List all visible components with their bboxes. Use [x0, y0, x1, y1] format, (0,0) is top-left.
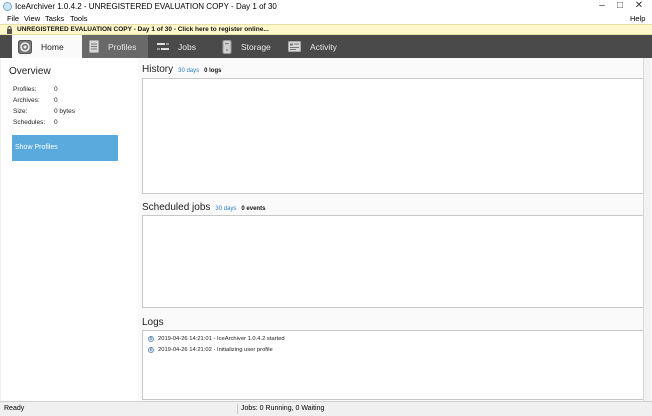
stat-schedules-label: Schedules: [13, 119, 46, 126]
tab-jobs-label: Jobs [178, 41, 196, 52]
tab-profiles[interactable]: Profiles [82, 35, 148, 58]
jobs-icon [157, 42, 169, 52]
scheduled-header: Scheduled jobs 30 days 0 events [142, 202, 265, 214]
history-header: History 30 days 0 logs [142, 64, 221, 76]
minimize-button[interactable]: – [594, 0, 610, 12]
log-entry-text: 2019-04-26 14:21:01 - IceArchiver 1.0.4.… [158, 335, 285, 342]
scheduled-range-link[interactable]: 30 days [215, 205, 236, 213]
history-title: History [142, 64, 174, 75]
storage-icon [222, 39, 232, 54]
stat-size-value: 0 bytes [54, 108, 75, 115]
app-icon [3, 2, 12, 11]
history-range-link[interactable]: 30 days [178, 67, 199, 75]
stat-schedules-value: 0 [54, 119, 58, 126]
content-area: History 30 days 0 logs Scheduled jobs 30… [138, 58, 652, 401]
menu-tasks[interactable]: Tasks [45, 13, 64, 24]
key-icon [6, 26, 12, 34]
registration-banner[interactable]: UNREGISTERED EVALUATION COPY - Day 1 of … [0, 24, 652, 35]
overview-sidebar: Overview Profiles: 0 Archives: 0 Size: 0… [1, 58, 138, 401]
vertical-scrollbar[interactable] [643, 58, 651, 401]
banner-text[interactable]: UNREGISTERED EVALUATION COPY - Day 1 of … [17, 25, 269, 35]
status-divider [237, 404, 238, 414]
tab-activity[interactable]: Activity [288, 35, 337, 58]
history-count: 0 logs [204, 68, 222, 74]
tab-home-label: Home [41, 41, 64, 52]
show-profiles-button[interactable]: Show Profiles [12, 135, 118, 161]
tab-profiles-label: Profiles [108, 41, 137, 52]
log-entry[interactable]: i 2019-04-26 14:21:02 - Initializing use… [148, 345, 273, 354]
tab-activity-label: Activity [310, 41, 337, 52]
window-title: IceArchiver 1.0.4.2 - UNREGISTERED EVALU… [15, 2, 277, 11]
overview-title: Overview [9, 66, 51, 77]
scheduled-count: 0 events [241, 206, 266, 212]
status-ready: Ready [4, 405, 25, 412]
menu-help[interactable]: Help [630, 13, 645, 24]
close-button[interactable]: ✕ [630, 0, 648, 12]
history-panel [142, 78, 644, 194]
menu-file[interactable]: File [7, 13, 19, 24]
activity-icon [288, 41, 301, 52]
tab-storage-label: Storage [241, 41, 271, 52]
tab-storage[interactable]: Storage [222, 35, 271, 58]
info-icon: i [148, 346, 154, 353]
menu-tools[interactable]: Tools [70, 13, 88, 24]
stat-size-label: Size: [13, 108, 28, 115]
scheduled-panel [142, 215, 644, 308]
stat-archives-label: Archives: [13, 97, 40, 104]
maximize-button[interactable]: □ [612, 0, 628, 12]
status-jobs: Jobs: 0 Running, 0 Waiting [241, 405, 325, 412]
nav-toolbar: Home Profiles Jobs Storage Activity [0, 35, 652, 58]
scheduled-title: Scheduled jobs [142, 202, 211, 213]
document-icon [89, 40, 99, 53]
tab-home[interactable]: Home [12, 35, 82, 58]
logs-title: Logs [142, 317, 164, 328]
stat-profiles-label: Profiles: [13, 86, 37, 93]
log-entry[interactable]: i 2019-04-26 14:21:01 - IceArchiver 1.0.… [148, 334, 285, 343]
title-bar: IceArchiver 1.0.4.2 - UNREGISTERED EVALU… [0, 0, 652, 13]
gear-icon [18, 39, 32, 54]
menu-bar: File View Tasks Tools Help [0, 13, 652, 24]
stat-profiles-value: 0 [54, 86, 58, 93]
stat-archives-value: 0 [54, 97, 58, 104]
log-entry-text: 2019-04-26 14:21:02 - Initializing user … [158, 346, 273, 353]
tab-jobs[interactable]: Jobs [157, 35, 196, 58]
status-bar: Ready Jobs: 0 Running, 0 Waiting [0, 401, 652, 416]
info-icon: i [148, 335, 154, 342]
menu-view[interactable]: View [24, 13, 40, 24]
logs-panel: i 2019-04-26 14:21:01 - IceArchiver 1.0.… [142, 330, 644, 400]
